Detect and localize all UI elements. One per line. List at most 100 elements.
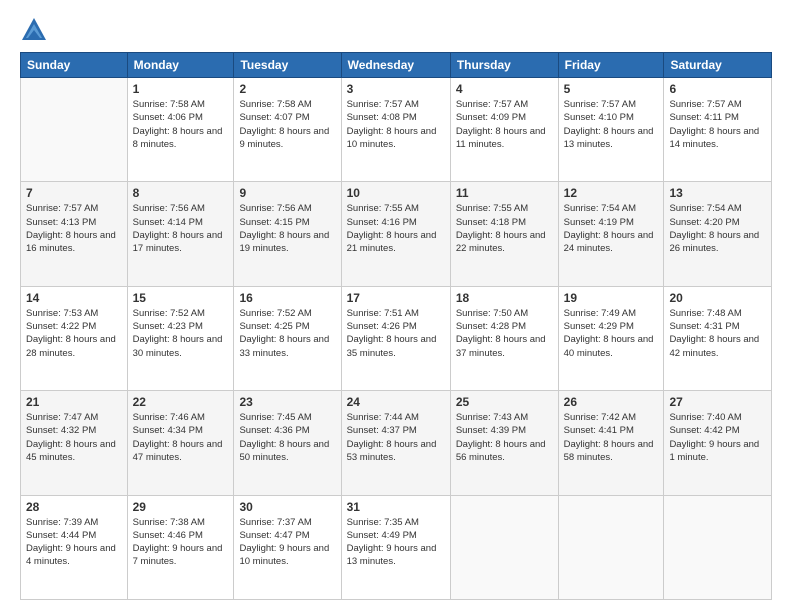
day-info: Sunrise: 7:49 AMSunset: 4:29 PMDaylight:…: [564, 307, 659, 360]
daylight-text: Daylight: 9 hours and 1 minute.: [669, 438, 766, 465]
day-info: Sunrise: 7:42 AMSunset: 4:41 PMDaylight:…: [564, 411, 659, 464]
day-info: Sunrise: 7:56 AMSunset: 4:15 PMDaylight:…: [239, 202, 335, 255]
day-number: 28: [26, 500, 122, 514]
daylight-text: Daylight: 8 hours and 50 minutes.: [239, 438, 335, 465]
calendar-day-cell: 17Sunrise: 7:51 AMSunset: 4:26 PMDayligh…: [341, 286, 450, 390]
sunset-text: Sunset: 4:49 PM: [347, 529, 445, 542]
sunrise-text: Sunrise: 7:56 AM: [133, 202, 229, 215]
calendar-day-cell: 8Sunrise: 7:56 AMSunset: 4:14 PMDaylight…: [127, 182, 234, 286]
sunrise-text: Sunrise: 7:58 AM: [133, 98, 229, 111]
day-number: 11: [456, 186, 553, 200]
day-number: 7: [26, 186, 122, 200]
day-number: 18: [456, 291, 553, 305]
sunset-text: Sunset: 4:20 PM: [669, 216, 766, 229]
weekday-header-row: SundayMondayTuesdayWednesdayThursdayFrid…: [21, 53, 772, 78]
calendar-day-cell: 25Sunrise: 7:43 AMSunset: 4:39 PMDayligh…: [450, 391, 558, 495]
sunrise-text: Sunrise: 7:44 AM: [347, 411, 445, 424]
day-info: Sunrise: 7:51 AMSunset: 4:26 PMDaylight:…: [347, 307, 445, 360]
day-number: 4: [456, 82, 553, 96]
calendar-week-row: 1 Sunrise: 7:58 AMSunset: 4:06 PMDaylight…: [21, 78, 772, 182]
sunset-text: Sunset: 4:14 PM: [133, 216, 229, 229]
day-number: 14: [26, 291, 122, 305]
day-info: Sunrise: 7:37 AMSunset: 4:47 PMDaylight:…: [239, 516, 335, 569]
sunset-text: Sunset: 4:22 PM: [26, 320, 122, 333]
daylight-text: Daylight: 8 hours and 8 minutes.: [133, 125, 229, 152]
day-number: 10: [347, 186, 445, 200]
day-info: Sunrise: 7:54 AMSunset: 4:20 PMDaylight:…: [669, 202, 766, 255]
sunset-text: Sunset: 4:32 PM: [26, 424, 122, 437]
sunset-text: Sunset: 4:19 PM: [564, 216, 659, 229]
calendar-day-cell: 1 Sunrise: 7:58 AMSunset: 4:06 PMDaylight…: [127, 78, 234, 182]
day-info: Sunrise: 7:53 AMSunset: 4:22 PMDaylight:…: [26, 307, 122, 360]
day-number: 27: [669, 395, 766, 409]
day-info: Sunrise: 7:46 AMSunset: 4:34 PMDaylight:…: [133, 411, 229, 464]
logo-icon: [20, 16, 48, 44]
daylight-text: Daylight: 8 hours and 35 minutes.: [347, 333, 445, 360]
weekday-header: Monday: [127, 53, 234, 78]
calendar-day-cell: 13Sunrise: 7:54 AMSunset: 4:20 PMDayligh…: [664, 182, 772, 286]
day-info: Sunrise: 7:39 AMSunset: 4:44 PMDaylight:…: [26, 516, 122, 569]
daylight-text: Daylight: 8 hours and 53 minutes.: [347, 438, 445, 465]
sunrise-text: Sunrise: 7:54 AM: [669, 202, 766, 215]
day-number: 2: [239, 82, 335, 96]
day-info: Sunrise: 7:57 AMSunset: 4:09 PMDaylight:…: [456, 98, 553, 151]
calendar-day-cell: 19Sunrise: 7:49 AMSunset: 4:29 PMDayligh…: [558, 286, 664, 390]
sunset-text: Sunset: 4:41 PM: [564, 424, 659, 437]
calendar-day-cell: 4 Sunrise: 7:57 AMSunset: 4:09 PMDaylight…: [450, 78, 558, 182]
daylight-text: Daylight: 8 hours and 14 minutes.: [669, 125, 766, 152]
sunrise-text: Sunrise: 7:49 AM: [564, 307, 659, 320]
day-info: Sunrise: 7:48 AMSunset: 4:31 PMDaylight:…: [669, 307, 766, 360]
day-number: 22: [133, 395, 229, 409]
daylight-text: Daylight: 9 hours and 4 minutes.: [26, 542, 122, 569]
day-info: Sunrise: 7:55 AMSunset: 4:16 PMDaylight:…: [347, 202, 445, 255]
daylight-text: Daylight: 8 hours and 30 minutes.: [133, 333, 229, 360]
calendar-week-row: 7 Sunrise: 7:57 AMSunset: 4:13 PMDaylight…: [21, 182, 772, 286]
sunrise-text: Sunrise: 7:55 AM: [347, 202, 445, 215]
calendar-day-cell: 21Sunrise: 7:47 AMSunset: 4:32 PMDayligh…: [21, 391, 128, 495]
daylight-text: Daylight: 8 hours and 9 minutes.: [239, 125, 335, 152]
logo: [20, 16, 52, 44]
day-number: 23: [239, 395, 335, 409]
calendar-day-cell: 3Sunrise: 7:57 AMSunset: 4:08 PMDaylight…: [341, 78, 450, 182]
sunrise-text: Sunrise: 7:52 AM: [133, 307, 229, 320]
weekday-header: Tuesday: [234, 53, 341, 78]
sunrise-text: Sunrise: 7:54 AM: [564, 202, 659, 215]
day-info: Sunrise: 7:57 AMSunset: 4:13 PMDaylight:…: [26, 202, 122, 255]
day-info: Sunrise: 7:50 AMSunset: 4:28 PMDaylight:…: [456, 307, 553, 360]
sunrise-text: Sunrise: 7:43 AM: [456, 411, 553, 424]
daylight-text: Daylight: 8 hours and 42 minutes.: [669, 333, 766, 360]
daylight-text: Daylight: 8 hours and 19 minutes.: [239, 229, 335, 256]
calendar-day-cell: 14 Sunrise: 7:53 AMSunset: 4:22 PMDayligh…: [21, 286, 128, 390]
day-info: Sunrise: 7:57 AMSunset: 4:10 PMDaylight:…: [564, 98, 659, 151]
calendar-day-cell: 31Sunrise: 7:35 AMSunset: 4:49 PMDayligh…: [341, 495, 450, 599]
sunset-text: Sunset: 4:37 PM: [347, 424, 445, 437]
daylight-text: Daylight: 8 hours and 13 minutes.: [564, 125, 659, 152]
calendar-day-cell: 10 Sunrise: 7:55 AMSunset: 4:16 PMDayligh…: [341, 182, 450, 286]
day-info: Sunrise: 7:35 AMSunset: 4:49 PMDaylight:…: [347, 516, 445, 569]
day-number: 1: [133, 82, 229, 96]
calendar-day-cell: 26Sunrise: 7:42 AMSunset: 4:41 PMDayligh…: [558, 391, 664, 495]
weekday-header: Sunday: [21, 53, 128, 78]
day-number: 20: [669, 291, 766, 305]
sunrise-text: Sunrise: 7:57 AM: [456, 98, 553, 111]
calendar-week-row: 21Sunrise: 7:47 AMSunset: 4:32 PMDayligh…: [21, 391, 772, 495]
daylight-text: Daylight: 8 hours and 26 minutes.: [669, 229, 766, 256]
daylight-text: Daylight: 8 hours and 16 minutes.: [26, 229, 122, 256]
sunrise-text: Sunrise: 7:42 AM: [564, 411, 659, 424]
sunrise-text: Sunrise: 7:57 AM: [669, 98, 766, 111]
sunset-text: Sunset: 4:16 PM: [347, 216, 445, 229]
day-info: Sunrise: 7:58 AMSunset: 4:06 PMDaylight:…: [133, 98, 229, 151]
page: SundayMondayTuesdayWednesdayThursdayFrid…: [0, 0, 792, 612]
day-info: Sunrise: 7:40 AMSunset: 4:42 PMDaylight:…: [669, 411, 766, 464]
sunrise-text: Sunrise: 7:53 AM: [26, 307, 122, 320]
sunset-text: Sunset: 4:10 PM: [564, 111, 659, 124]
sunset-text: Sunset: 4:39 PM: [456, 424, 553, 437]
day-info: Sunrise: 7:57 AMSunset: 4:08 PMDaylight:…: [347, 98, 445, 151]
sunset-text: Sunset: 4:29 PM: [564, 320, 659, 333]
calendar-day-cell: 2Sunrise: 7:58 AMSunset: 4:07 PMDaylight…: [234, 78, 341, 182]
daylight-text: Daylight: 8 hours and 40 minutes.: [564, 333, 659, 360]
sunset-text: Sunset: 4:07 PM: [239, 111, 335, 124]
sunset-text: Sunset: 4:28 PM: [456, 320, 553, 333]
daylight-text: Daylight: 8 hours and 45 minutes.: [26, 438, 122, 465]
day-info: Sunrise: 7:52 AMSunset: 4:25 PMDaylight:…: [239, 307, 335, 360]
